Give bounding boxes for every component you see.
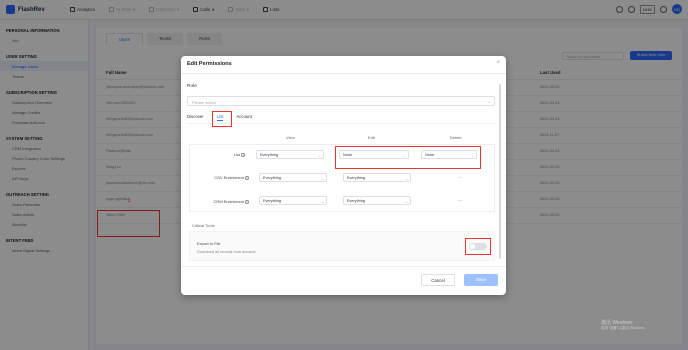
- column-header-delete: Delete: [450, 135, 462, 140]
- row-label-crm-enrichment: CRM Enrichment: [195, 199, 249, 204]
- critical-tools-label: Critical Tools: [192, 223, 215, 228]
- modal-title: Edit Permissions: [187, 61, 232, 67]
- row-label-list: List: [201, 152, 245, 157]
- crm-edit-select[interactable]: Everything ⌄: [343, 196, 411, 205]
- role-select[interactable]: Please select ⌄: [187, 96, 495, 106]
- info-icon[interactable]: [241, 152, 245, 157]
- cancel-button[interactable]: Cancel: [421, 274, 455, 286]
- chevron-down-icon: ⌄: [487, 99, 491, 104]
- divider: [187, 123, 495, 124]
- csv-delete-empty: —: [458, 174, 462, 179]
- divider: [181, 73, 506, 74]
- export-title: Export to File: [197, 241, 221, 246]
- save-button[interactable]: Save: [464, 274, 498, 286]
- crm-delete-empty: —: [458, 197, 462, 202]
- chevron-down-icon: ⌄: [320, 199, 324, 204]
- role-label: Role: [187, 84, 197, 89]
- chevron-down-icon: ⌄: [404, 199, 408, 204]
- divider: [181, 266, 506, 267]
- info-icon[interactable]: [245, 199, 249, 204]
- csv-view-select[interactable]: Everything ⌄: [259, 173, 327, 182]
- chevron-down-icon: ⌄: [404, 176, 408, 181]
- list-view-select[interactable]: Everything ⌄: [256, 150, 324, 159]
- annotation-highlight-edit-delete: [335, 146, 481, 169]
- tab-discover[interactable]: Discover: [187, 114, 204, 121]
- chevron-down-icon: ⌄: [317, 153, 321, 158]
- export-permission-card: [189, 231, 495, 261]
- annotation-highlight-list-tab: [212, 111, 232, 127]
- crm-view-select[interactable]: Everything ⌄: [259, 196, 327, 205]
- column-header-edit: Edit: [368, 135, 375, 140]
- csv-edit-select[interactable]: Everything ⌄: [343, 173, 411, 182]
- close-icon[interactable]: ×: [496, 60, 500, 66]
- windows-watermark-sub: 转到"设置"以激活 Windows。: [601, 326, 648, 330]
- export-description: Download all records from account.: [197, 250, 257, 254]
- tab-account[interactable]: Account: [236, 114, 252, 121]
- info-icon[interactable]: [245, 175, 249, 180]
- row-label-csv-enrichment: CSV Enrichment: [195, 175, 249, 180]
- annotation-highlight-toggle: [465, 238, 491, 255]
- edit-permissions-modal: Edit Permissions × Role Please select ⌄ …: [181, 56, 506, 295]
- modal-scrollbar[interactable]: [499, 84, 501, 259]
- column-header-view: View: [286, 135, 295, 140]
- windows-watermark: 激活 Windows: [601, 320, 633, 326]
- chevron-down-icon: ⌄: [320, 176, 324, 181]
